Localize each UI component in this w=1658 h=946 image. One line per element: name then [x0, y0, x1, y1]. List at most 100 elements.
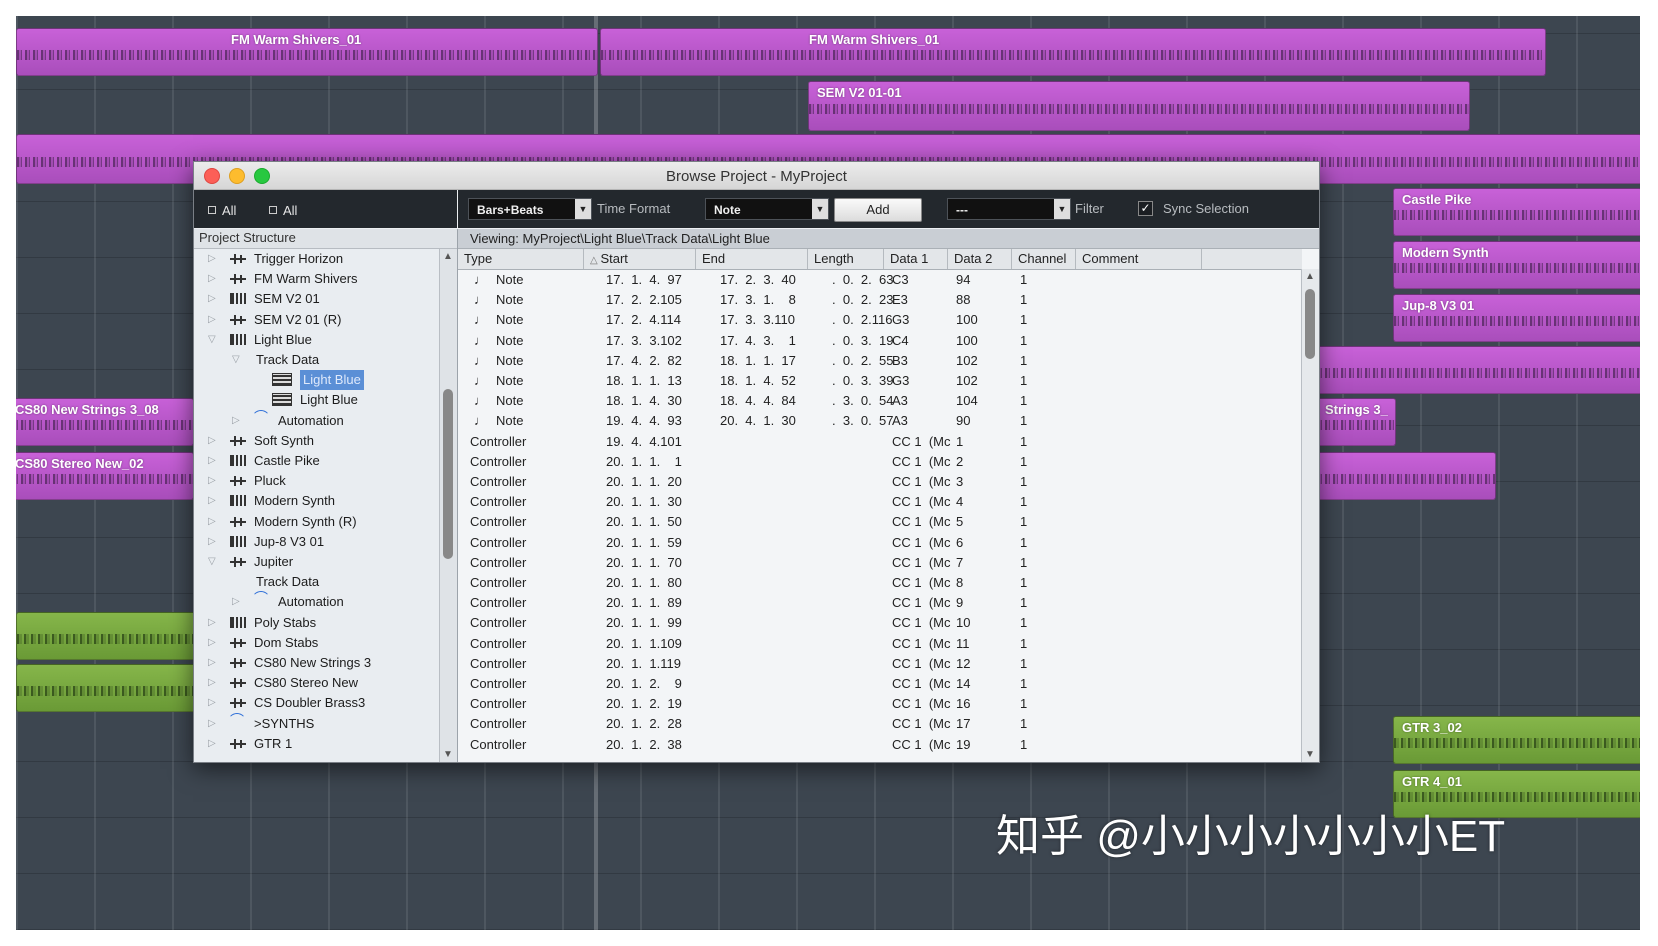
tree-item[interactable]: ▽ Track Data [194, 350, 438, 370]
disclosure-open-icon[interactable]: ▽ [232, 350, 244, 370]
disclosure-closed-icon[interactable]: ▷ [208, 613, 220, 633]
column-header[interactable]: Data 1 [884, 249, 948, 269]
event-row[interactable]: ♩ Note 17. 3. 3.102 17. 4. 3. 1 . 0. 3. 19 C4… [458, 331, 1302, 351]
scroll-down-icon[interactable]: ▼ [442, 749, 454, 760]
column-header[interactable]: △ Start [584, 249, 696, 269]
tree-item[interactable]: ▷ CS80 Stereo New [194, 673, 438, 693]
tree-item[interactable]: ▷ SEM V2 01 (R) [194, 310, 438, 330]
event-row[interactable]: Controller 20. 1. 1. 59 CC 1 (Mc 6 1 [458, 533, 1302, 553]
column-header[interactable]: Type [458, 249, 584, 269]
column-header[interactable]: Comment [1076, 249, 1202, 269]
event-row[interactable]: Controller 20. 1. 2. 19 CC 1 (Mc 16 1 [458, 694, 1302, 714]
audio-clip[interactable]: SEM V2 01-01 [808, 81, 1470, 131]
tree-item[interactable]: ▷ Castle Pike [194, 451, 438, 471]
add-button[interactable]: Add [834, 198, 922, 222]
disclosure-closed-icon[interactable]: ▷ [208, 431, 220, 451]
event-row[interactable]: ♩ Note 18. 1. 1. 13 18. 1. 4. 52 . 0. 3. 39 G… [458, 371, 1302, 391]
tree-item[interactable]: Light Blue [194, 370, 438, 391]
event-row[interactable]: Controller 20. 1. 1. 1 CC 1 (Mc 2 1 [458, 452, 1302, 472]
event-type-dropdown[interactable]: Note ▼ [705, 198, 829, 220]
audio-clip[interactable]: Castle Pike [1393, 188, 1640, 236]
sort-ascending-icon[interactable]: △ [590, 255, 600, 266]
tree-item[interactable]: ▷ Jup-8 V3 01 [194, 532, 438, 552]
scroll-up-icon[interactable]: ▲ [1304, 271, 1316, 282]
tree-item[interactable]: ▷ Dom Stabs [194, 633, 438, 653]
event-row[interactable]: ♩ Note 17. 4. 2. 82 18. 1. 1. 17 . 0. 2. 55 B… [458, 351, 1302, 371]
event-row[interactable]: Controller 20. 1. 1. 50 CC 1 (Mc 5 1 [458, 512, 1302, 532]
event-row[interactable]: Controller 20. 1. 2. 38 CC 1 (Mc 19 1 [458, 735, 1302, 755]
event-row[interactable]: Controller 19. 4. 4.101 CC 1 (Mc 1 1 [458, 432, 1302, 452]
tree-scroll-thumb[interactable] [443, 389, 453, 559]
disclosure-closed-icon[interactable]: ▷ [208, 289, 220, 309]
tree-item[interactable]: Light Blue [194, 390, 438, 410]
event-row[interactable]: Controller 20. 1. 2. 28 CC 1 (Mc 17 1 [458, 714, 1302, 734]
tree-item[interactable]: ▷ FM Warm Shivers [194, 269, 438, 289]
tree-item[interactable]: ▽ Light Blue [194, 330, 438, 350]
disclosure-closed-icon[interactable]: ▷ [208, 693, 220, 713]
event-row[interactable]: Controller 20. 1. 1.119 CC 1 (Mc 12 1 [458, 654, 1302, 674]
disclosure-closed-icon[interactable]: ▷ [208, 471, 220, 491]
event-row[interactable]: Controller 20. 1. 1. 30 CC 1 (Mc 4 1 [458, 492, 1302, 512]
disclosure-closed-icon[interactable]: ▷ [208, 491, 220, 511]
tree-item[interactable]: ▷ Modern Synth [194, 491, 438, 511]
event-row[interactable]: Controller 20. 1. 1. 99 CC 1 (Mc 10 1 [458, 613, 1302, 633]
disclosure-open-icon[interactable]: ▽ [208, 330, 220, 350]
list-scroll-thumb[interactable] [1305, 289, 1315, 359]
tree-item[interactable]: ▷ SEM V2 01 [194, 289, 438, 309]
audio-clip[interactable]: Jup-8 V3 01 [1393, 294, 1640, 342]
audio-clip[interactable] [16, 664, 196, 712]
event-row[interactable]: ♩ Note 17. 1. 4. 97 17. 2. 3. 40 . 0. 2. 63 C… [458, 270, 1302, 290]
tree-item[interactable]: ▷ Soft Synth [194, 431, 438, 451]
audio-clip[interactable]: FM Warm Shivers_01 [600, 28, 1546, 76]
disclosure-closed-icon[interactable]: ▷ [208, 310, 220, 330]
tree-item[interactable]: ▷ ⌒ >SYNTHS [194, 713, 438, 734]
disclosure-closed-icon[interactable]: ▷ [208, 673, 220, 693]
title-bar[interactable]: Browse Project - MyProject [194, 162, 1319, 190]
audio-clip[interactable] [16, 612, 196, 660]
event-row[interactable]: ♩ Note 18. 1. 4. 30 18. 4. 4. 84 . 3. 0. 54 A… [458, 391, 1302, 411]
event-row[interactable]: ♩ Note 17. 2. 2.105 17. 3. 1. 8 . 0. 2. 23 E3… [458, 290, 1302, 310]
tree-item[interactable]: ▽ Jupiter [194, 552, 438, 572]
event-row[interactable]: Controller 20. 1. 2. 9 CC 1 (Mc 14 1 [458, 674, 1302, 694]
filter-dropdown[interactable]: --- ▼ [947, 198, 1071, 220]
event-row[interactable]: Controller 20. 1. 1. 20 CC 1 (Mc 3 1 [458, 472, 1302, 492]
disclosure-closed-icon[interactable]: ▷ [232, 411, 244, 431]
disclosure-closed-icon[interactable]: ▷ [208, 734, 220, 754]
disclosure-closed-icon[interactable]: ▷ [232, 592, 244, 612]
event-row[interactable]: Controller 20. 1. 1. 89 CC 1 (Mc 9 1 [458, 593, 1302, 613]
tree-item[interactable]: ▷ CS Doubler Brass3 [194, 693, 438, 713]
collapse-all-button[interactable]: All [269, 203, 297, 218]
audio-clip[interactable]: Modern Synth [1393, 241, 1640, 289]
disclosure-closed-icon[interactable]: ▷ [208, 269, 220, 289]
event-row[interactable]: Controller 20. 1. 1. 80 CC 1 (Mc 8 1 [458, 573, 1302, 593]
disclosure-closed-icon[interactable]: ▷ [208, 633, 220, 653]
disclosure-closed-icon[interactable]: ▷ [208, 451, 220, 471]
audio-clip[interactable] [1316, 346, 1640, 394]
event-row[interactable]: Controller 20. 1. 1.109 CC 1 (Mc 11 1 [458, 634, 1302, 654]
sync-selection-checkbox[interactable]: ✓ [1138, 201, 1153, 216]
time-format-dropdown[interactable]: Bars+Beats ▼ [468, 198, 592, 220]
tree-item[interactable]: ▷ ⌒ Automation [194, 410, 438, 431]
tree-item[interactable]: ▷ ⌒ Automation [194, 591, 438, 612]
tree-item[interactable]: ▷ Poly Stabs [194, 613, 438, 633]
disclosure-open-icon[interactable]: ▽ [208, 552, 220, 572]
expand-all-button[interactable]: All [208, 203, 236, 218]
column-header[interactable]: Length [808, 249, 884, 269]
disclosure-closed-icon[interactable]: ▷ [208, 249, 220, 269]
column-header[interactable]: End [696, 249, 808, 269]
tree-item[interactable]: ▷ GTR 1 [194, 734, 438, 754]
list-scrollbar[interactable]: ▲ ▼ [1301, 269, 1319, 762]
scroll-down-icon[interactable]: ▼ [1304, 749, 1316, 760]
event-row[interactable]: ♩ Note 19. 4. 4. 93 20. 4. 1. 30 . 3. 0. 57 A… [458, 411, 1302, 431]
audio-clip[interactable]: Strings 3_ [1316, 398, 1396, 446]
tree-item[interactable]: ▷ Modern Synth (R) [194, 512, 438, 532]
scroll-up-icon[interactable]: ▲ [442, 251, 454, 262]
tree-item[interactable]: Track Data [194, 572, 438, 592]
audio-clip[interactable]: CS80 New Strings 3_08 [16, 398, 194, 446]
tree-item[interactable]: ▷ CS80 New Strings 3 [194, 653, 438, 673]
disclosure-closed-icon[interactable]: ▷ [208, 532, 220, 552]
disclosure-closed-icon[interactable]: ▷ [208, 653, 220, 673]
event-row[interactable]: Controller 20. 1. 1. 70 CC 1 (Mc 7 1 [458, 553, 1302, 573]
audio-clip[interactable]: FM Warm Shivers_01 [16, 28, 598, 76]
audio-clip[interactable]: CS80 Stereo New_02 [16, 452, 194, 500]
